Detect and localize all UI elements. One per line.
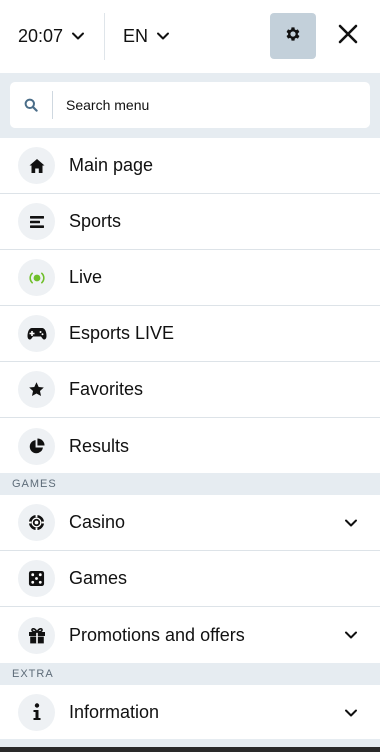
menu-item-label: Information <box>69 701 160 722</box>
pie-chart-icon <box>18 427 55 465</box>
search-box <box>10 82 370 128</box>
dice-icon <box>18 560 55 597</box>
menu-item-casino[interactable]: Casino <box>0 495 380 551</box>
menu-item-information[interactable]: Information <box>0 685 380 739</box>
extra-menu: Information <box>0 685 380 739</box>
info-icon <box>18 693 55 731</box>
bottom-edge <box>0 747 380 752</box>
chevron-down-icon[interactable] <box>344 628 358 642</box>
menu-item-promotions[interactable]: Promotions and offers <box>0 607 380 663</box>
menu-item-label: Results <box>69 435 130 456</box>
menu-item-label: Games <box>69 568 128 588</box>
gamepad-icon <box>18 315 55 352</box>
menu-item-label: Esports LIVE <box>69 323 175 343</box>
menu-item-label: Main page <box>69 155 154 175</box>
chevron-down-icon <box>156 29 170 43</box>
search-separator <box>52 91 53 119</box>
games-menu: Casino Games Promotions and offers <box>0 495 380 663</box>
top-bar: 20:07 EN <box>0 0 380 73</box>
section-header-extra: EXTRA <box>0 663 380 685</box>
section-header-games: GAMES <box>0 473 380 495</box>
menu-item-live[interactable]: Live <box>0 250 380 306</box>
main-menu: Main page Sports Live Esports LIVE Favor… <box>0 138 380 474</box>
chevron-down-icon <box>71 29 85 43</box>
close-icon <box>337 23 359 50</box>
header-divider <box>104 13 105 60</box>
settings-button[interactable] <box>270 13 316 59</box>
menu-item-sports[interactable]: Sports <box>0 194 380 250</box>
home-icon <box>18 147 55 184</box>
gift-icon <box>18 616 55 654</box>
menu-item-label: Promotions and offers <box>69 624 245 645</box>
time-selector[interactable]: 20:07 <box>18 22 85 50</box>
casino-chip-icon <box>18 504 55 541</box>
menu-item-esports-live[interactable]: Esports LIVE <box>0 306 380 362</box>
language-selector[interactable]: EN <box>123 22 170 50</box>
menu-item-results[interactable]: Results <box>0 418 380 474</box>
menu-item-label: Sports <box>69 211 122 231</box>
menu-item-main-page[interactable]: Main page <box>0 138 380 194</box>
star-icon <box>18 371 55 408</box>
list-icon <box>18 203 55 240</box>
menu-item-label: Live <box>69 267 103 287</box>
close-button[interactable] <box>333 21 363 51</box>
menu-item-games[interactable]: Games <box>0 551 380 607</box>
chevron-down-icon[interactable] <box>344 706 358 720</box>
chevron-down-icon[interactable] <box>344 516 358 530</box>
menu-item-favorites[interactable]: Favorites <box>0 362 380 418</box>
time-label: 20:07 <box>18 25 64 46</box>
search-icon <box>10 82 52 128</box>
live-broadcast-icon <box>18 259 55 296</box>
gear-icon <box>284 25 302 48</box>
language-label: EN <box>123 25 149 46</box>
search-input[interactable] <box>66 97 346 113</box>
menu-item-label: Casino <box>69 512 126 532</box>
menu-item-label: Favorites <box>69 379 144 399</box>
search-area <box>0 73 380 138</box>
